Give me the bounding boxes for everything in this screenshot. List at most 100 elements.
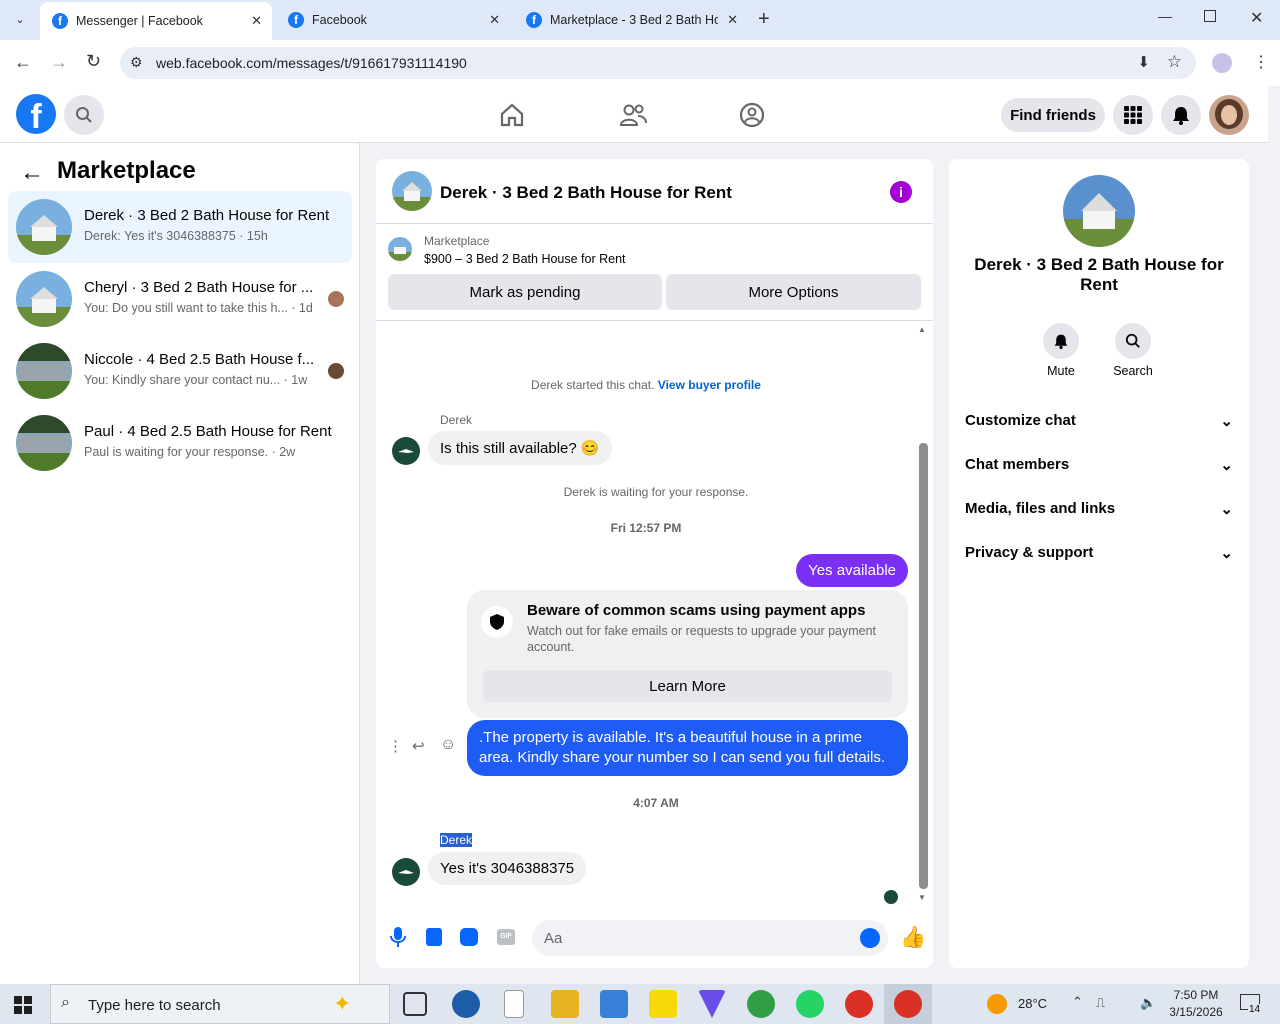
forward-icon[interactable]: →	[50, 52, 68, 73]
scroll-up-icon[interactable]: ▲	[918, 325, 926, 334]
facebook-favicon-icon: f	[52, 13, 68, 29]
mute-button[interactable]	[1043, 323, 1079, 359]
view-buyer-profile-link[interactable]: View buyer profile	[658, 378, 761, 392]
gif-icon[interactable]: GIF	[497, 929, 515, 945]
conversation-preview: Derek: Yes it's 3046388375 · 15h	[84, 229, 268, 243]
mute-label: Mute	[1047, 364, 1075, 378]
app-t-icon[interactable]	[452, 990, 480, 1018]
message-bubble[interactable]: Yes it's 3046388375	[428, 852, 587, 885]
weather-sun-icon[interactable]	[987, 994, 1007, 1014]
chrome-active-icon[interactable]	[894, 990, 922, 1018]
back-arrow-icon[interactable]: ←	[20, 159, 44, 187]
windows-start-icon[interactable]	[14, 996, 32, 1014]
media-files-row[interactable]: Media, files and links ⌄	[965, 500, 1233, 518]
store-icon[interactable]	[600, 990, 628, 1018]
tab-messenger[interactable]: f Messenger | Facebook ✕	[40, 2, 272, 40]
find-friends-button[interactable]: Find friends	[1001, 98, 1105, 132]
sender-avatar[interactable]	[392, 858, 420, 886]
listing-avatar[interactable]	[1063, 175, 1135, 247]
emoji-icon[interactable]	[860, 928, 880, 948]
network-icon[interactable]: ⎍	[1096, 995, 1105, 1011]
volume-icon[interactable]: 🔈	[1140, 995, 1156, 1011]
browser-tab-strip: ⌄ f Messenger | Facebook ✕ f Facebook ✕ …	[0, 0, 1280, 40]
back-icon[interactable]: ←	[14, 52, 32, 73]
address-bar[interactable]: ⚙ web.facebook.com/messages/t/9166179311…	[120, 47, 1196, 79]
reload-icon[interactable]: ↻	[86, 51, 101, 72]
conversation-item[interactable]: Derek · 3 Bed 2 Bath House for Rent Dere…	[8, 191, 352, 263]
photo-icon[interactable]	[426, 928, 442, 946]
tab-close-icon[interactable]: ✕	[251, 13, 262, 29]
browser-menu-icon[interactable]: ⋮	[1253, 52, 1269, 72]
notification-count: 14	[1248, 1004, 1262, 1015]
sticky-notes-icon[interactable]	[649, 990, 677, 1018]
profile-avatar-icon[interactable]	[1212, 53, 1232, 73]
clock-date[interactable]: 3/15/2026	[1166, 1005, 1226, 1019]
microphone-icon[interactable]	[390, 927, 406, 947]
chrome-profile-icon[interactable]	[845, 990, 873, 1018]
notepad-icon[interactable]	[504, 990, 524, 1018]
chat-members-row[interactable]: Chat members ⌄	[965, 456, 1233, 474]
task-view-icon[interactable]	[403, 992, 427, 1016]
tab-marketplace[interactable]: f Marketplace - 3 Bed 2 Bath Hou ✕	[514, 0, 748, 40]
account-avatar[interactable]	[1209, 95, 1249, 135]
conversation-preview: You: Do you still want to take this h...…	[84, 301, 313, 315]
taskbar-search-box[interactable]: ⌕ Type here to search ✦	[50, 984, 390, 1024]
file-explorer-icon[interactable]	[551, 990, 579, 1018]
bell-icon	[1054, 334, 1068, 349]
customize-chat-row[interactable]: Customize chat ⌄	[965, 412, 1233, 430]
scrollbar-thumb[interactable]	[919, 443, 928, 889]
sent-message-bubble[interactable]: Yes available	[796, 554, 908, 587]
react-icon[interactable]: ☺	[440, 736, 456, 754]
vpn-icon[interactable]	[698, 990, 726, 1018]
listing-price[interactable]: $900 – 3 Bed 2 Bath House for Rent	[424, 252, 626, 266]
conversation-item[interactable]: Cheryl · 3 Bed 2 Bath House for ... You:…	[8, 263, 352, 335]
tab-search-icon[interactable]: ⌄	[10, 10, 30, 30]
temperature[interactable]: 28°C	[1018, 996, 1047, 1011]
reply-icon[interactable]: ↩	[412, 737, 425, 755]
whatsapp-icon[interactable]	[796, 990, 824, 1018]
notifications-button[interactable]	[1161, 95, 1201, 135]
close-window-icon[interactable]: ✕	[1250, 8, 1263, 28]
message-bubble[interactable]: Is this still available? 😊	[428, 431, 612, 465]
chat-avatar[interactable]	[392, 171, 432, 211]
privacy-support-row[interactable]: Privacy & support ⌄	[965, 544, 1233, 562]
info-icon[interactable]: i	[890, 181, 912, 203]
menu-button[interactable]	[1113, 95, 1153, 135]
clock-time[interactable]: 7:50 PM	[1168, 988, 1224, 1002]
groups-icon[interactable]	[739, 102, 765, 128]
thumbs-up-icon[interactable]: 👍	[900, 926, 926, 950]
install-app-icon[interactable]: ⬇	[1137, 53, 1150, 71]
conversation-item[interactable]: Paul · 4 Bed 2.5 Bath House for Rent Pau…	[8, 407, 352, 479]
chrome-icon[interactable]	[747, 990, 775, 1018]
sent-message-bubble[interactable]: .The property is available. It's a beaut…	[467, 720, 908, 776]
restore-icon[interactable]	[1204, 10, 1216, 22]
facebook-logo-icon[interactable]: f	[16, 94, 56, 136]
site-settings-icon[interactable]: ⚙	[130, 54, 143, 71]
sender-avatar[interactable]	[392, 437, 420, 465]
tab-close-icon[interactable]: ✕	[727, 12, 738, 28]
tab-facebook[interactable]: f Facebook ✕	[276, 0, 510, 40]
learn-more-button[interactable]: Learn More	[483, 670, 892, 702]
search-chat-button[interactable]	[1115, 323, 1151, 359]
home-icon[interactable]	[499, 102, 525, 128]
more-options-button[interactable]: More Options	[666, 274, 921, 310]
search-icon: ⌕	[61, 994, 70, 1011]
scroll-down-icon[interactable]: ▼	[918, 893, 926, 902]
url-text: web.facebook.com/messages/t/916617931114…	[156, 55, 467, 71]
minimize-icon[interactable]: —	[1158, 8, 1172, 24]
conversation-item[interactable]: Niccole · 4 Bed 2.5 Bath House f... You:…	[8, 335, 352, 407]
friends-icon[interactable]	[619, 102, 647, 128]
chat-title[interactable]: Derek · 3 Bed 2 Bath House for Rent	[440, 183, 732, 203]
search-icon	[76, 107, 92, 123]
mark-pending-button[interactable]: Mark as pending	[388, 274, 662, 310]
sticker-icon[interactable]	[460, 928, 478, 946]
started-text: Derek started this chat.	[531, 378, 655, 392]
more-actions-icon[interactable]: ⋮	[388, 737, 403, 755]
search-button[interactable]	[64, 95, 104, 135]
new-tab-icon[interactable]: +	[758, 8, 770, 31]
bookmark-star-icon[interactable]: ☆	[1167, 52, 1182, 72]
message-input[interactable]: Aa	[532, 920, 888, 956]
windows-taskbar: ⌕ Type here to search ✦ 28°C ⌃ ⎍ 🔈 7:50 …	[0, 984, 1280, 1024]
tray-chevron-icon[interactable]: ⌃	[1072, 994, 1083, 1010]
tab-close-icon[interactable]: ✕	[489, 12, 500, 28]
